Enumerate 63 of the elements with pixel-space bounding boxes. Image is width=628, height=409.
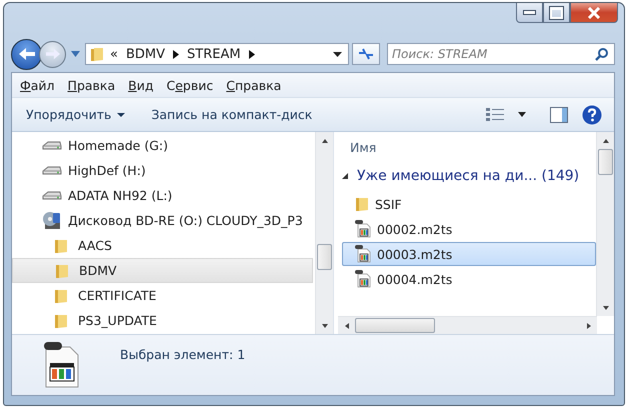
breadcrumb[interactable]: BDMV	[126, 46, 166, 62]
video-file-icon	[355, 245, 371, 263]
chevron-icon[interactable]	[248, 50, 255, 58]
menu-item[interactable]: Справка	[226, 78, 282, 92]
tree-item[interactable]: AACS	[12, 233, 313, 258]
scrollbar[interactable]	[338, 316, 597, 334]
folder-icon	[355, 196, 369, 212]
close-icon	[587, 6, 601, 18]
group-label: Уже имеющиеся на ди... (149)	[357, 168, 580, 184]
address-bar[interactable]: « BDMV STREAM	[85, 43, 349, 65]
menu-item[interactable]: Файл	[20, 78, 55, 92]
file-item[interactable]: 00003.m2ts	[342, 242, 596, 266]
toolbar-button[interactable]: Запись на компакт-диск	[143, 103, 320, 126]
menu-item[interactable]: Вид	[128, 78, 154, 92]
search-icon	[595, 47, 609, 61]
folder-icon	[54, 238, 68, 254]
search-field[interactable]: Поиск: STREAM	[387, 43, 615, 65]
column-header[interactable]: Имя	[338, 134, 596, 161]
left-arrow-icon	[16, 46, 36, 62]
group-header[interactable]: Уже имеющиеся на ди... (149)	[338, 161, 596, 191]
caret-icon	[117, 112, 126, 116]
minimize-button[interactable]	[516, 3, 543, 23]
drive-icon	[42, 188, 62, 202]
preview-pane-icon[interactable]	[550, 106, 568, 122]
scrollbar[interactable]	[596, 132, 614, 316]
refresh-button[interactable]	[352, 43, 380, 65]
folder-icon	[55, 262, 69, 278]
menu-item[interactable]: Правка	[68, 78, 116, 92]
video-file-icon	[355, 220, 371, 238]
tree-item[interactable]: BDMV	[12, 258, 313, 283]
menu-item[interactable]: Сервис	[166, 78, 214, 92]
maximize-button[interactable]	[543, 3, 570, 23]
dropdown-button[interactable]: Упорядочить	[18, 103, 134, 126]
scrollbar[interactable]	[315, 132, 333, 334]
tree-item[interactable]: PS3_UPDATE	[12, 308, 313, 333]
file-item[interactable]: SSIF	[342, 192, 596, 216]
optical-drive-icon	[42, 210, 62, 230]
chevron-icon[interactable]	[173, 50, 180, 58]
close-button[interactable]	[570, 3, 618, 23]
caret-icon[interactable]	[333, 52, 342, 56]
back-button[interactable]	[11, 38, 42, 70]
folder-icon	[90, 46, 104, 62]
help-icon[interactable]	[582, 104, 602, 124]
file-item[interactable]: 00004.m2ts	[342, 267, 596, 291]
forward-button[interactable]	[39, 40, 66, 68]
right-arrow-icon	[44, 47, 62, 61]
folder-icon	[54, 288, 68, 304]
tree-item[interactable]: CERTIFICATE	[12, 283, 313, 308]
expand-icon[interactable]	[342, 173, 348, 179]
file-item[interactable]: 00002.m2ts	[342, 217, 596, 241]
view-icon[interactable]	[486, 106, 504, 122]
drive-icon	[42, 164, 62, 178]
tree-item[interactable]: HighDef (H:)	[12, 158, 313, 183]
video-file-icon	[355, 270, 371, 288]
drive-icon	[42, 138, 62, 152]
breadcrumb[interactable]: STREAM	[187, 46, 241, 62]
breadcrumb-separator: «	[110, 46, 118, 62]
folder-icon	[54, 312, 68, 328]
status-text: Выбран элемент: 1	[120, 347, 246, 362]
tree-item[interactable]: ADATA NH92 (L:)	[12, 183, 313, 208]
tree-item[interactable]: Homemade (G:)	[12, 133, 313, 158]
caret-icon[interactable]	[518, 112, 526, 117]
tree-item[interactable]: Дисковод BD-RE (O:) CLOUDY_3D_P3	[12, 208, 313, 233]
